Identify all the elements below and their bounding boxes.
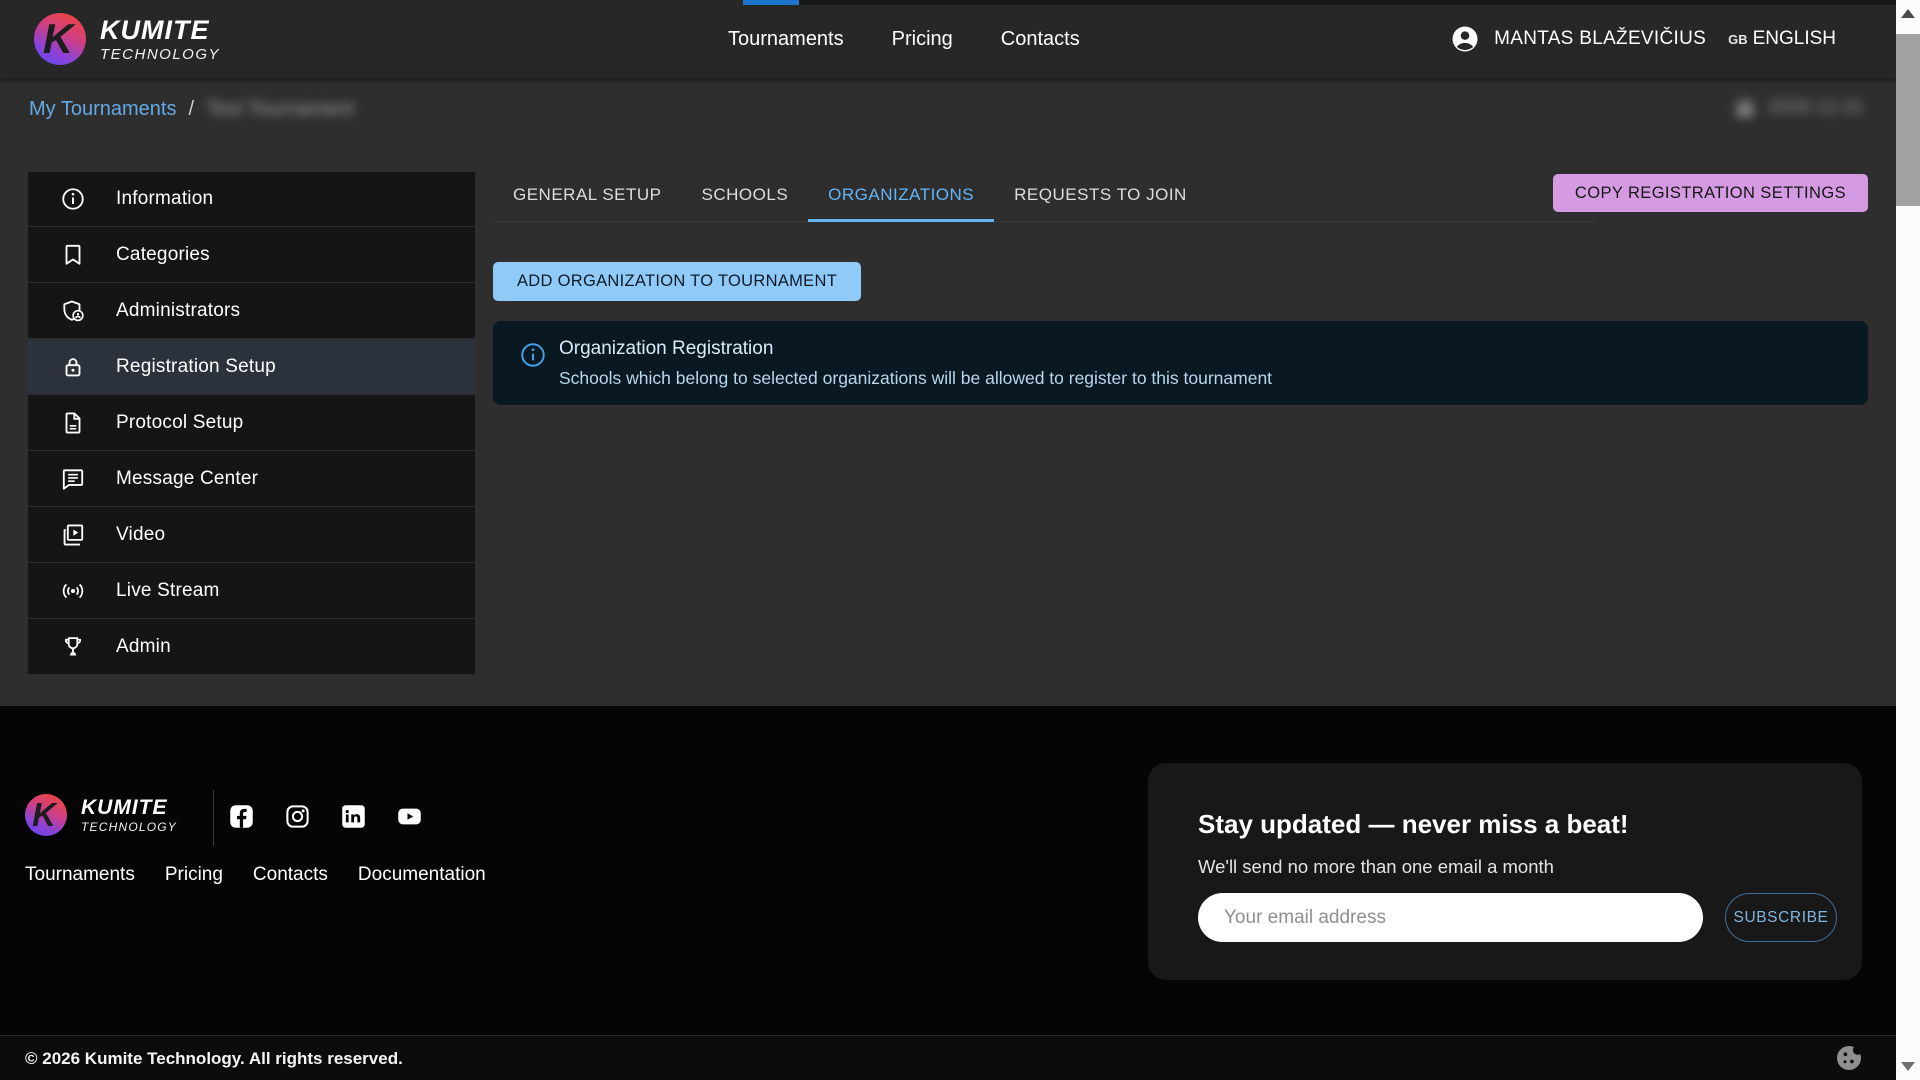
browser-tab-indicator xyxy=(743,0,799,5)
sidebar-item-label: Administrators xyxy=(116,300,240,322)
sidebar-item-label: Registration Setup xyxy=(116,356,276,378)
sidebar-item-label: Information xyxy=(116,188,213,210)
sidebar-item-label: Admin xyxy=(116,636,171,658)
bookmark-icon xyxy=(60,242,86,268)
sidebar-item-label: Video xyxy=(116,524,165,546)
trophy-icon xyxy=(60,634,86,660)
header: K KUMITE TECHNOLOGY Tournaments Pricing … xyxy=(0,0,1896,78)
sidebar-menu: Information Categories Administrators Re… xyxy=(28,171,475,675)
scrollbar[interactable] xyxy=(1896,0,1920,1080)
brand-title: KUMITE xyxy=(81,797,177,818)
language-selector[interactable]: GB ENGLISH xyxy=(1728,28,1836,50)
sidebar-item-label: Categories xyxy=(116,244,210,266)
sidebar-item-categories[interactable]: Categories xyxy=(28,227,475,283)
page: K KUMITE TECHNOLOGY Tournaments Pricing … xyxy=(0,0,1920,1080)
footer-divider xyxy=(213,790,214,846)
tab-bar: GENERAL SETUP SCHOOLS ORGANIZATIONS REQU… xyxy=(493,171,1593,222)
facebook-icon[interactable] xyxy=(228,803,255,830)
instagram-icon[interactable] xyxy=(284,803,311,830)
calendar-icon xyxy=(1733,96,1757,120)
alert-title: Organization Registration xyxy=(559,338,773,360)
add-organization-button[interactable]: ADD ORGANIZATION TO TOURNAMENT xyxy=(493,262,861,301)
language-name: ENGLISH xyxy=(1753,28,1836,50)
copy-registration-settings-button[interactable]: COPY REGISTRATION SETTINGS xyxy=(1553,174,1868,212)
lock-icon xyxy=(60,354,86,380)
footer-link-documentation[interactable]: Documentation xyxy=(358,864,486,886)
avatar-icon xyxy=(1450,24,1480,54)
linkedin-icon[interactable] xyxy=(340,803,367,830)
footer: K KUMITE TECHNOLOGY Tournaments Pr xyxy=(0,706,1920,1035)
sidebar-item-label: Protocol Setup xyxy=(116,412,243,434)
newsletter-card: Stay updated — never miss a beat! We'll … xyxy=(1148,763,1862,980)
footer-links: Tournaments Pricing Contacts Documentati… xyxy=(25,864,486,886)
scrollbar-thumb[interactable] xyxy=(1896,34,1920,206)
document-icon xyxy=(60,410,86,436)
logo-circle-icon: K xyxy=(34,13,86,65)
language-code: GB xyxy=(1728,32,1748,47)
info-icon xyxy=(60,186,86,212)
breadcrumb: My Tournaments / Test Tournament xyxy=(29,98,354,121)
sidebar-item-information[interactable]: Information xyxy=(28,171,475,227)
nav-tournaments[interactable]: Tournaments xyxy=(728,28,844,51)
footer-logo[interactable]: K KUMITE TECHNOLOGY xyxy=(25,794,177,836)
sidebar-item-label: Live Stream xyxy=(116,580,220,602)
scrollbar-down-arrow-icon[interactable] xyxy=(1901,1062,1915,1071)
user-menu[interactable]: MANTAS BLAŽEVIČIUS GB ENGLISH xyxy=(1450,0,1836,78)
bottom-bar: © 2026 Kumite Technology. All rights res… xyxy=(0,1035,1920,1080)
user-name: MANTAS BLAŽEVIČIUS xyxy=(1494,28,1706,50)
broadcast-icon xyxy=(60,578,86,604)
youtube-icon[interactable] xyxy=(396,803,423,830)
logo-circle-icon: K xyxy=(25,794,67,836)
footer-link-contacts[interactable]: Contacts xyxy=(253,864,328,886)
footer-link-tournaments[interactable]: Tournaments xyxy=(25,864,135,886)
brand-subtitle: TECHNOLOGY xyxy=(81,821,177,833)
organization-registration-alert: Organization Registration Schools which … xyxy=(493,321,1868,405)
nav-contacts[interactable]: Contacts xyxy=(1001,28,1080,51)
sidebar-item-label: Message Center xyxy=(116,468,258,490)
sidebar-item-video[interactable]: Video xyxy=(28,507,475,563)
admin-shield-icon xyxy=(60,298,86,324)
tab-requests-to-join[interactable]: REQUESTS TO JOIN xyxy=(994,171,1207,222)
sidebar-item-message-center[interactable]: Message Center xyxy=(28,451,475,507)
browser-tab-strip xyxy=(799,0,1896,5)
social-links xyxy=(228,803,423,830)
sidebar-item-protocol-setup[interactable]: Protocol Setup xyxy=(28,395,475,451)
scrollbar-up-arrow-icon[interactable] xyxy=(1901,9,1915,18)
breadcrumb-my-tournaments[interactable]: My Tournaments xyxy=(29,98,176,121)
logo-k-letter: K xyxy=(32,13,84,65)
brand-subtitle: TECHNOLOGY xyxy=(100,47,220,62)
tournament-date-badge: 2026-12-31 xyxy=(1733,96,1864,120)
copyright-text: © 2026 Kumite Technology. All rights res… xyxy=(25,1049,403,1069)
info-icon xyxy=(519,341,547,369)
chat-icon xyxy=(60,466,86,492)
footer-link-pricing[interactable]: Pricing xyxy=(165,864,223,886)
logo-k-letter: K xyxy=(23,794,65,836)
cookie-settings-icon[interactable] xyxy=(1833,1042,1865,1074)
brand-title: KUMITE xyxy=(100,17,220,44)
breadcrumb-current-blurred: Test Tournament xyxy=(206,98,354,121)
breadcrumb-separator: / xyxy=(188,98,194,121)
video-library-icon xyxy=(60,522,86,548)
sidebar-item-registration-setup[interactable]: Registration Setup xyxy=(28,339,475,395)
sidebar-item-admin[interactable]: Admin xyxy=(28,619,475,675)
tournament-date-blurred: 2026-12-31 xyxy=(1767,97,1864,119)
tab-organizations[interactable]: ORGANIZATIONS xyxy=(808,171,994,222)
subscribe-button[interactable]: SUBSCRIBE xyxy=(1725,893,1837,942)
newsletter-title: Stay updated — never miss a beat! xyxy=(1198,809,1629,840)
top-navigation: Tournaments Pricing Contacts xyxy=(728,0,1080,78)
newsletter-subtitle: We'll send no more than one email a mont… xyxy=(1198,856,1554,878)
tab-schools[interactable]: SCHOOLS xyxy=(682,171,809,222)
brand-logo[interactable]: K KUMITE TECHNOLOGY xyxy=(34,13,220,65)
email-input[interactable] xyxy=(1198,893,1703,942)
alert-body: Schools which belong to selected organiz… xyxy=(559,368,1272,389)
sidebar-item-administrators[interactable]: Administrators xyxy=(28,283,475,339)
nav-pricing[interactable]: Pricing xyxy=(892,28,953,51)
tab-general-setup[interactable]: GENERAL SETUP xyxy=(493,171,682,222)
sidebar-item-live-stream[interactable]: Live Stream xyxy=(28,563,475,619)
